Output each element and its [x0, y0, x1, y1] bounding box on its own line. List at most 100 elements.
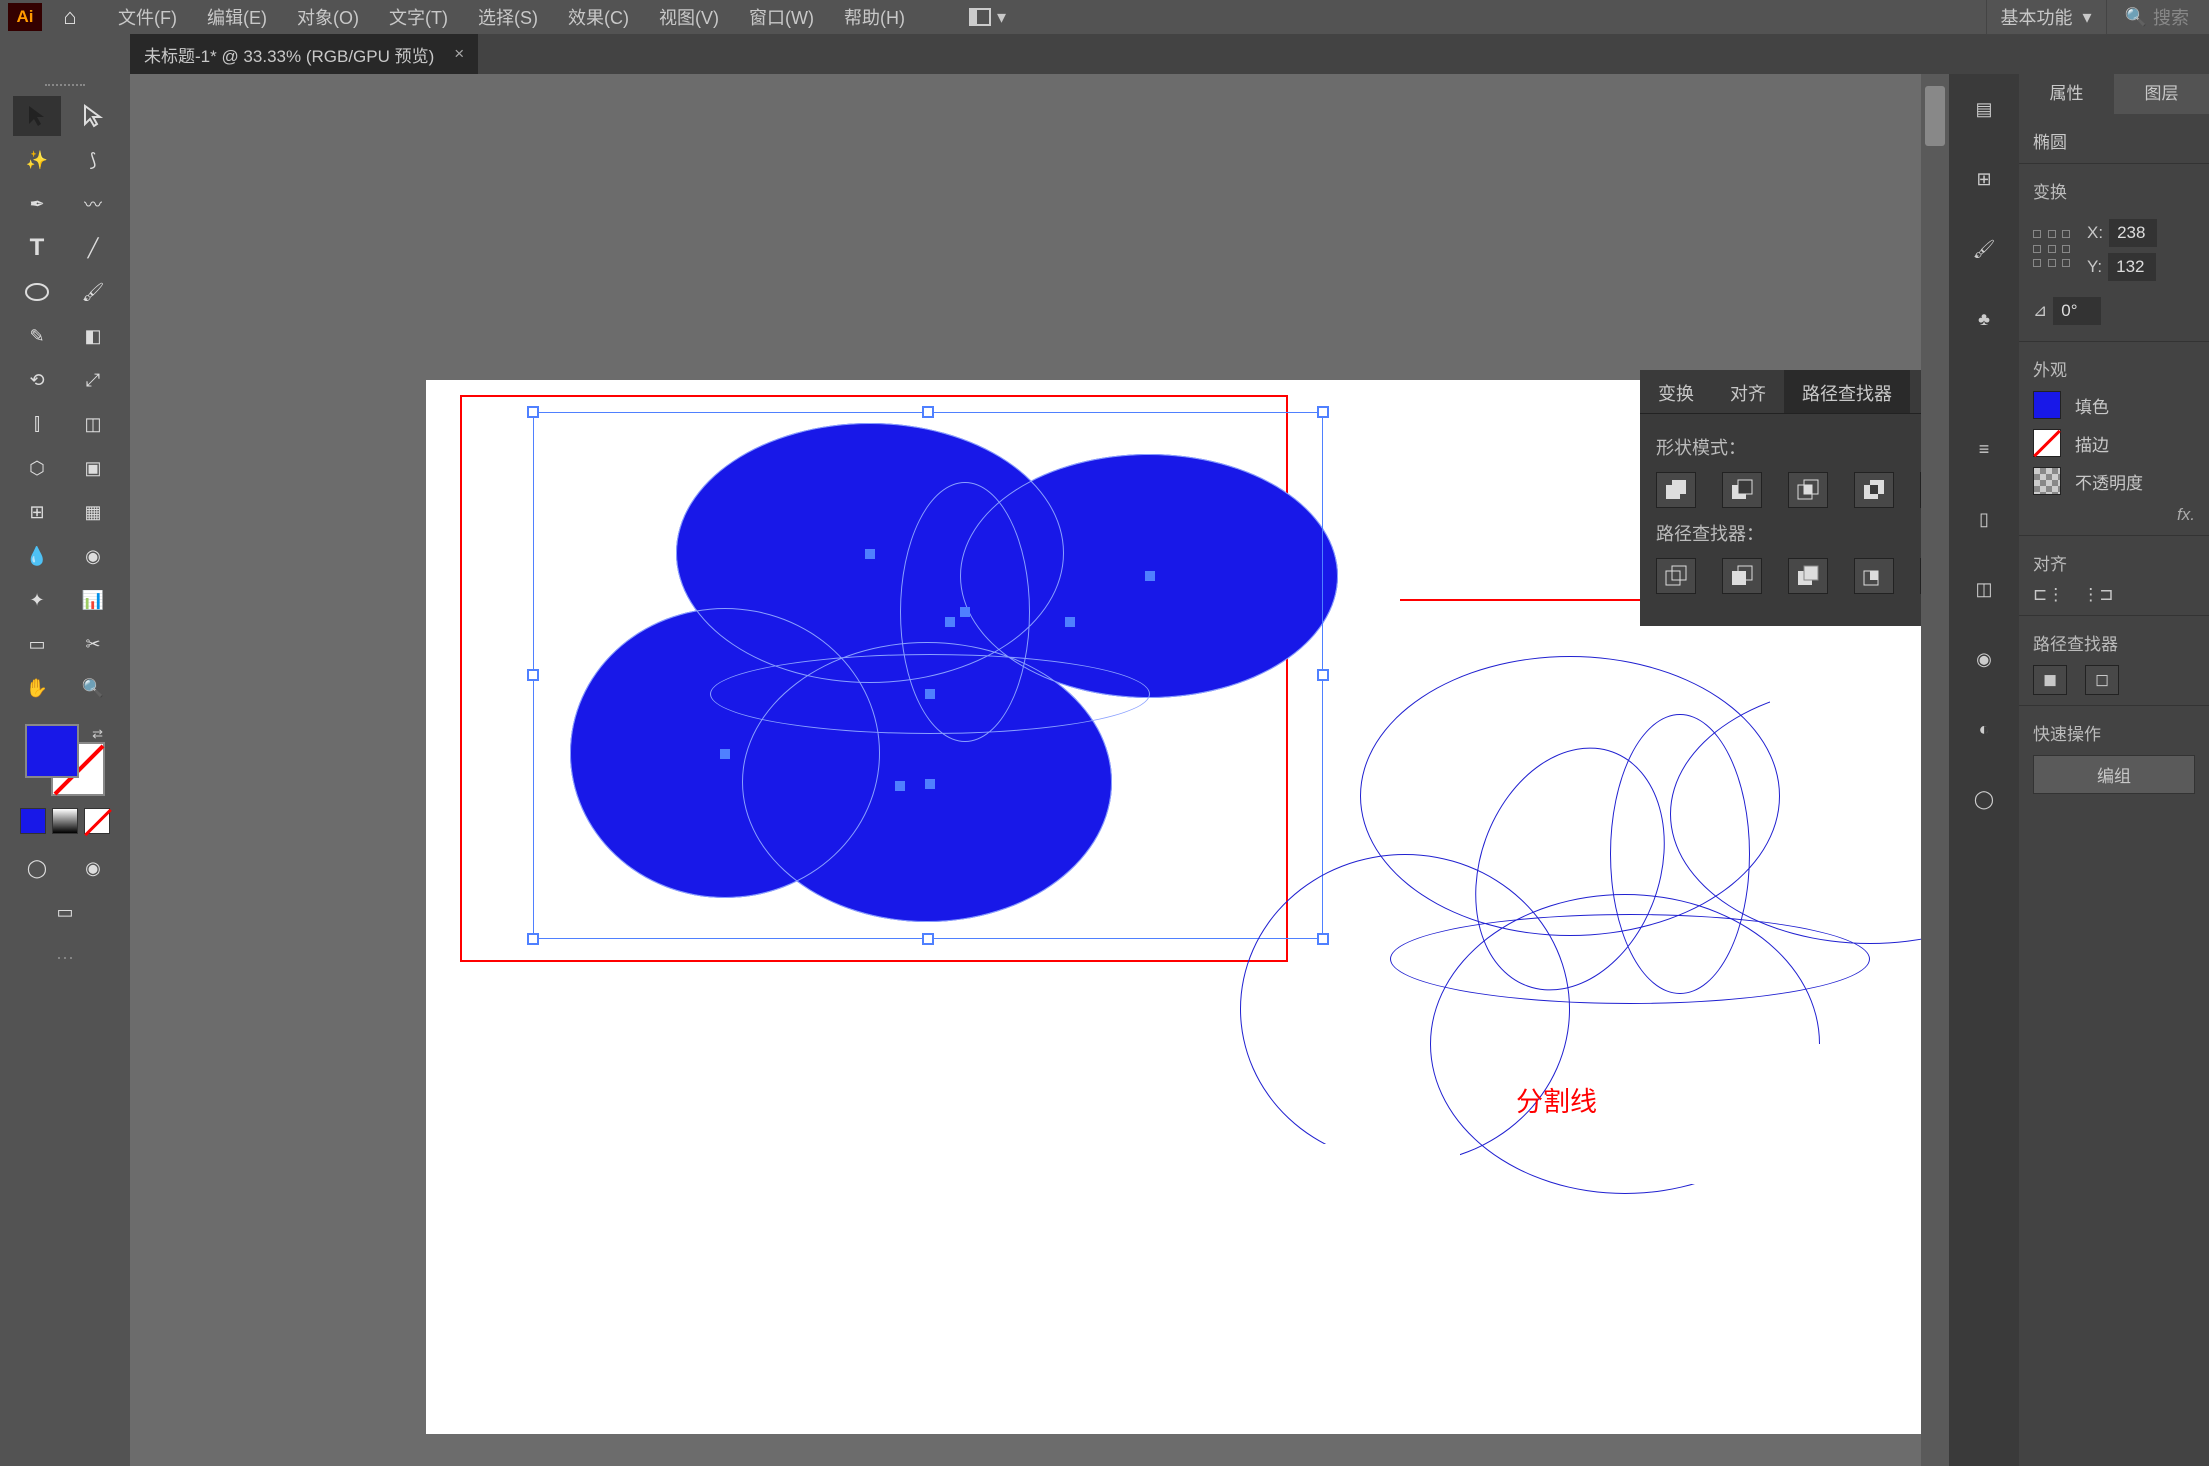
- close-tab-icon[interactable]: ×: [454, 44, 464, 64]
- angle-input[interactable]: 0°: [2053, 297, 2101, 325]
- menu-effect[interactable]: 效果(C): [568, 4, 629, 30]
- search-input[interactable]: 🔍 搜索: [2125, 4, 2189, 30]
- graphic-styles-panel-icon[interactable]: ◐: [1969, 714, 1999, 744]
- tab-pathfinder[interactable]: 路径查找器: [1784, 370, 1910, 413]
- crop-button[interactable]: [1854, 558, 1894, 594]
- perspective-tool[interactable]: ▣: [69, 448, 117, 488]
- canvas[interactable]: 分割线 变换 对齐 路径查找器 »≡ 形状模式： 扩展 路径查找器：: [130, 74, 1949, 1466]
- align-left-icon[interactable]: ⊏⋮: [2033, 585, 2064, 605]
- width-tool[interactable]: ⫿: [13, 404, 61, 444]
- color-mode-icon[interactable]: [20, 808, 46, 834]
- color-panel-icon[interactable]: ▤: [1969, 94, 1999, 124]
- merge-button[interactable]: [1788, 558, 1828, 594]
- swap-fill-stroke-icon[interactable]: ⇄: [92, 726, 103, 742]
- stroke-panel-icon[interactable]: ≡: [1969, 434, 1999, 464]
- tab-align[interactable]: 对齐: [1712, 370, 1784, 413]
- column-graph-tool[interactable]: 📊: [69, 580, 117, 620]
- opacity-label: 不透明度: [2075, 469, 2143, 494]
- paintbrush-tool[interactable]: 🖌: [69, 272, 117, 312]
- fill-stroke-control[interactable]: ⇄: [25, 724, 105, 796]
- align-section-label: 对齐: [2033, 550, 2195, 575]
- screen-mode-icon[interactable]: ▭: [41, 892, 89, 932]
- minus-front-button[interactable]: [1722, 472, 1762, 508]
- artboard-tool[interactable]: ▭: [13, 624, 61, 664]
- transform-panel-icon[interactable]: ◫: [1969, 574, 1999, 604]
- tab-properties[interactable]: 属性: [2019, 74, 2114, 114]
- symbol-sprayer-tool[interactable]: ✦: [13, 580, 61, 620]
- lasso-tool[interactable]: ⟆: [69, 140, 117, 180]
- scale-tool[interactable]: ⤢: [69, 360, 117, 400]
- selection-tool[interactable]: [13, 96, 61, 136]
- rotate-tool[interactable]: ⟲: [13, 360, 61, 400]
- app-logo: Ai: [8, 3, 42, 31]
- swatches-panel-icon[interactable]: ⊞: [1969, 164, 1999, 194]
- hand-tool[interactable]: ✋: [13, 668, 61, 708]
- align-panel-icon[interactable]: ▯: [1969, 504, 1999, 534]
- gradient-mode-icon[interactable]: [52, 808, 78, 834]
- line-tool[interactable]: ╱: [69, 228, 117, 268]
- eraser-tool[interactable]: ◧: [69, 316, 117, 356]
- annotation-text: 分割线: [1516, 1080, 1597, 1119]
- toolbox-grip[interactable]: [45, 80, 85, 86]
- menu-type[interactable]: 文字(T): [389, 4, 448, 30]
- x-input[interactable]: 238: [2109, 219, 2157, 247]
- vertical-scrollbar[interactable]: [1921, 74, 1949, 1466]
- fill-color-swatch[interactable]: [2033, 391, 2061, 419]
- eyedropper-tool[interactable]: 💧: [13, 536, 61, 576]
- reference-point-selector[interactable]: [2033, 230, 2073, 270]
- transform-section-label: 变换: [2033, 178, 2195, 203]
- gradient-tool[interactable]: ▦: [69, 492, 117, 532]
- workspace-selector[interactable]: 基本功能▾: [1986, 0, 2107, 35]
- pen-tool[interactable]: ✒: [13, 184, 61, 224]
- document-tab[interactable]: 未标题-1* @ 33.33% (RGB/GPU 预览) ×: [130, 34, 478, 75]
- menu-window[interactable]: 窗口(W): [749, 4, 814, 30]
- align-right-icon[interactable]: ⋮⊐: [2082, 585, 2113, 605]
- menu-file[interactable]: 文件(F): [118, 4, 177, 30]
- curvature-tool[interactable]: 〰: [69, 184, 117, 224]
- mini-minus-button[interactable]: ◻: [2085, 665, 2119, 695]
- group-button[interactable]: 编组: [2033, 755, 2195, 794]
- tab-transform[interactable]: 变换: [1640, 370, 1712, 413]
- none-mode-icon[interactable]: [84, 808, 110, 834]
- stroke-color-swatch[interactable]: [2033, 429, 2061, 457]
- divide-button[interactable]: [1656, 558, 1696, 594]
- fx-button[interactable]: fx.: [2033, 505, 2195, 525]
- menu-object[interactable]: 对象(O): [297, 4, 359, 30]
- trim-button[interactable]: [1722, 558, 1762, 594]
- arrange-docs-icon[interactable]: ▾: [969, 7, 1006, 28]
- selection-bbox[interactable]: [533, 412, 1323, 939]
- shape-builder-tool[interactable]: ⬡: [13, 448, 61, 488]
- tab-layers[interactable]: 图层: [2114, 74, 2209, 114]
- menu-help[interactable]: 帮助(H): [844, 4, 905, 30]
- mini-unite-button[interactable]: ◼: [2033, 665, 2067, 695]
- edit-toolbar-icon[interactable]: ⋯: [56, 948, 74, 969]
- draw-mode-normal[interactable]: ◯: [13, 848, 61, 888]
- pathfinder-panel[interactable]: 变换 对齐 路径查找器 »≡ 形状模式： 扩展 路径查找器：: [1640, 370, 1949, 626]
- transparency-panel-icon[interactable]: ◯: [1969, 784, 1999, 814]
- slice-tool[interactable]: ✂: [69, 624, 117, 664]
- brushes-panel-icon[interactable]: 🖌: [1969, 234, 1999, 264]
- draw-mode-behind[interactable]: ◉: [69, 848, 117, 888]
- magic-wand-tool[interactable]: ✨: [13, 140, 61, 180]
- blend-tool[interactable]: ◉: [69, 536, 117, 576]
- appearance-panel-icon[interactable]: ◉: [1969, 644, 1999, 674]
- symbols-panel-icon[interactable]: ♣: [1969, 304, 1999, 334]
- ellipse-tool[interactable]: [13, 272, 61, 312]
- y-input[interactable]: 132: [2108, 253, 2156, 281]
- zoom-tool[interactable]: 🔍: [69, 668, 117, 708]
- unite-button[interactable]: [1656, 472, 1696, 508]
- direct-selection-tool[interactable]: [69, 96, 117, 136]
- menu-edit[interactable]: 编辑(E): [207, 4, 267, 30]
- x-label: X:: [2087, 223, 2103, 243]
- opacity-swatch[interactable]: [2033, 467, 2061, 495]
- menu-select[interactable]: 选择(S): [478, 4, 538, 30]
- intersect-button[interactable]: [1788, 472, 1828, 508]
- free-transform-tool[interactable]: ◫: [69, 404, 117, 444]
- mesh-tool[interactable]: ⊞: [13, 492, 61, 532]
- exclude-button[interactable]: [1854, 472, 1894, 508]
- shaper-tool[interactable]: ✎: [13, 316, 61, 356]
- home-icon[interactable]: ⌂: [56, 4, 84, 30]
- fill-swatch[interactable]: [25, 724, 79, 778]
- type-tool[interactable]: T: [13, 228, 61, 268]
- menu-view[interactable]: 视图(V): [659, 4, 719, 30]
